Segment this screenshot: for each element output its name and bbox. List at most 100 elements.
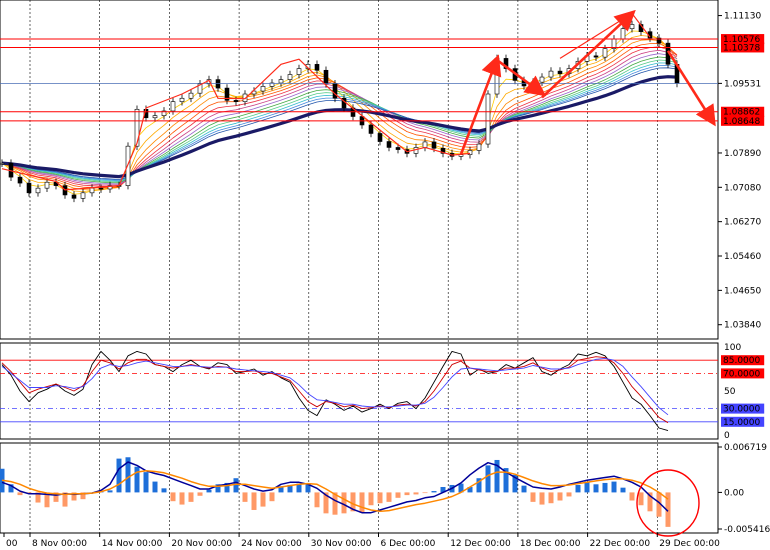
price-tick-label: 1.03840 xyxy=(724,321,761,331)
macd-histogram-bar xyxy=(404,492,410,496)
macd-histogram-bar xyxy=(620,487,626,493)
macd-histogram-bar xyxy=(395,492,401,498)
macd-histogram-bar xyxy=(170,492,176,502)
candle-body xyxy=(431,141,437,149)
macd-histogram-bar xyxy=(341,492,347,514)
macd-histogram-bar xyxy=(206,489,212,493)
price-tick-label: 1.07080 xyxy=(724,183,761,193)
macd-histogram-bar xyxy=(179,492,185,505)
macd-histogram-bar xyxy=(431,491,437,493)
stoch-level-label: 85.0000 xyxy=(723,356,760,366)
candle-body xyxy=(602,48,608,58)
candle-body xyxy=(89,187,95,194)
candle-body xyxy=(332,83,338,99)
candle-body xyxy=(287,74,293,80)
level-label: 1.08648 xyxy=(723,117,760,127)
candle-body xyxy=(80,192,86,199)
candle-body xyxy=(368,124,374,134)
price-tick-label: 1.07890 xyxy=(724,149,761,159)
macd-histogram-bar xyxy=(611,481,617,493)
candle-body xyxy=(233,100,239,102)
macd-histogram-bar xyxy=(575,484,581,493)
macd-histogram-bar xyxy=(134,466,140,493)
stoch-scale-label: 50 xyxy=(724,387,736,397)
macd-scale-label: -0.005416 xyxy=(724,525,770,535)
price-tick-label: 1.05460 xyxy=(724,252,761,262)
candle-body xyxy=(170,101,176,112)
macd-histogram-bar xyxy=(548,492,554,504)
candle-body xyxy=(215,79,221,89)
macd-histogram-bar xyxy=(422,492,428,494)
candle-body xyxy=(296,68,302,75)
macd-histogram-bar xyxy=(260,492,266,507)
price-tick-label: 1.11130 xyxy=(724,12,761,22)
candle-body xyxy=(314,64,320,71)
time-tick-label: 18 Dec 00:00 xyxy=(520,539,581,549)
macd-scale-label: 0.00 xyxy=(724,488,744,498)
price-tick-label: 1.04650 xyxy=(724,286,761,296)
candle-body xyxy=(71,194,77,199)
candle-body xyxy=(260,86,266,92)
stoch-scale-label: 100 xyxy=(724,343,741,353)
macd-histogram-bar xyxy=(638,492,644,506)
macd-histogram-bar xyxy=(530,492,536,502)
macd-histogram-bar xyxy=(629,492,635,501)
macd-histogram-bar xyxy=(107,490,113,493)
forex-chart-window: 1.11130 1.09531 1.07890 1.07080 1.06270 1.054… xyxy=(0,0,770,550)
macd-histogram-bar xyxy=(377,492,383,504)
macd-histogram-bar xyxy=(17,492,23,496)
stoch-level-label: 70.0000 xyxy=(723,369,760,379)
candle-body xyxy=(26,182,32,194)
macd-histogram-bar xyxy=(485,465,491,493)
price-tick-label: 1.09531 xyxy=(724,79,761,89)
macd-histogram-bar xyxy=(161,488,167,493)
time-tick-label: 12 Dec 00:00 xyxy=(450,539,511,549)
macd-histogram-bar xyxy=(602,482,608,493)
macd-histogram-bar xyxy=(152,481,158,493)
macd-histogram-bar xyxy=(197,492,203,496)
candle-body xyxy=(323,69,329,85)
macd-histogram-bar xyxy=(521,485,527,493)
time-tick-label: 8 Nov 00:00 xyxy=(32,539,87,549)
candle-body xyxy=(152,115,158,119)
candle-body xyxy=(548,70,554,78)
macd-histogram-bar xyxy=(143,472,149,493)
candle-body xyxy=(278,79,284,84)
candle-body xyxy=(620,28,626,40)
macd-histogram-bar xyxy=(566,492,572,497)
candle-body xyxy=(485,93,491,145)
macd-histogram-bar xyxy=(269,492,275,502)
macd-histogram-bar xyxy=(413,492,419,495)
candle-body xyxy=(35,187,41,194)
candle-body xyxy=(377,133,383,142)
macd-histogram-bar xyxy=(368,492,374,506)
macd-histogram-bar xyxy=(314,492,320,508)
time-tick-label: 20 Nov 00:00 xyxy=(171,539,232,549)
macd-histogram-bar xyxy=(116,458,122,493)
time-tick-label: 00 xyxy=(6,539,18,549)
time-tick-label: 30 Nov 00:00 xyxy=(311,539,372,549)
candle-body xyxy=(0,162,5,165)
candle-body xyxy=(179,97,185,102)
price-tick-label: 1.06270 xyxy=(724,218,761,228)
candle-body xyxy=(395,147,401,150)
candle-body xyxy=(98,187,104,190)
time-tick-label: 22 Dec 00:00 xyxy=(590,539,651,549)
macd-histogram-bar xyxy=(359,492,365,513)
candle-body xyxy=(188,92,194,99)
candle-body xyxy=(422,141,428,148)
candle-body xyxy=(557,70,563,74)
candle-body xyxy=(593,55,599,58)
candle-body xyxy=(539,76,545,83)
macd-histogram-bar xyxy=(188,492,194,502)
macd-histogram-bar xyxy=(539,492,545,505)
candle-body xyxy=(17,176,23,184)
time-tick-label: 6 Dec 00:00 xyxy=(381,539,436,549)
macd-histogram-bar xyxy=(557,492,563,501)
time-tick-label: 24 Nov 00:00 xyxy=(241,539,302,549)
candle-body xyxy=(134,108,140,147)
macd-histogram-bar xyxy=(242,492,248,502)
stoch-level-label: 30.0000 xyxy=(723,405,760,415)
candle-body xyxy=(476,143,482,151)
macd-histogram-bar xyxy=(251,492,257,510)
